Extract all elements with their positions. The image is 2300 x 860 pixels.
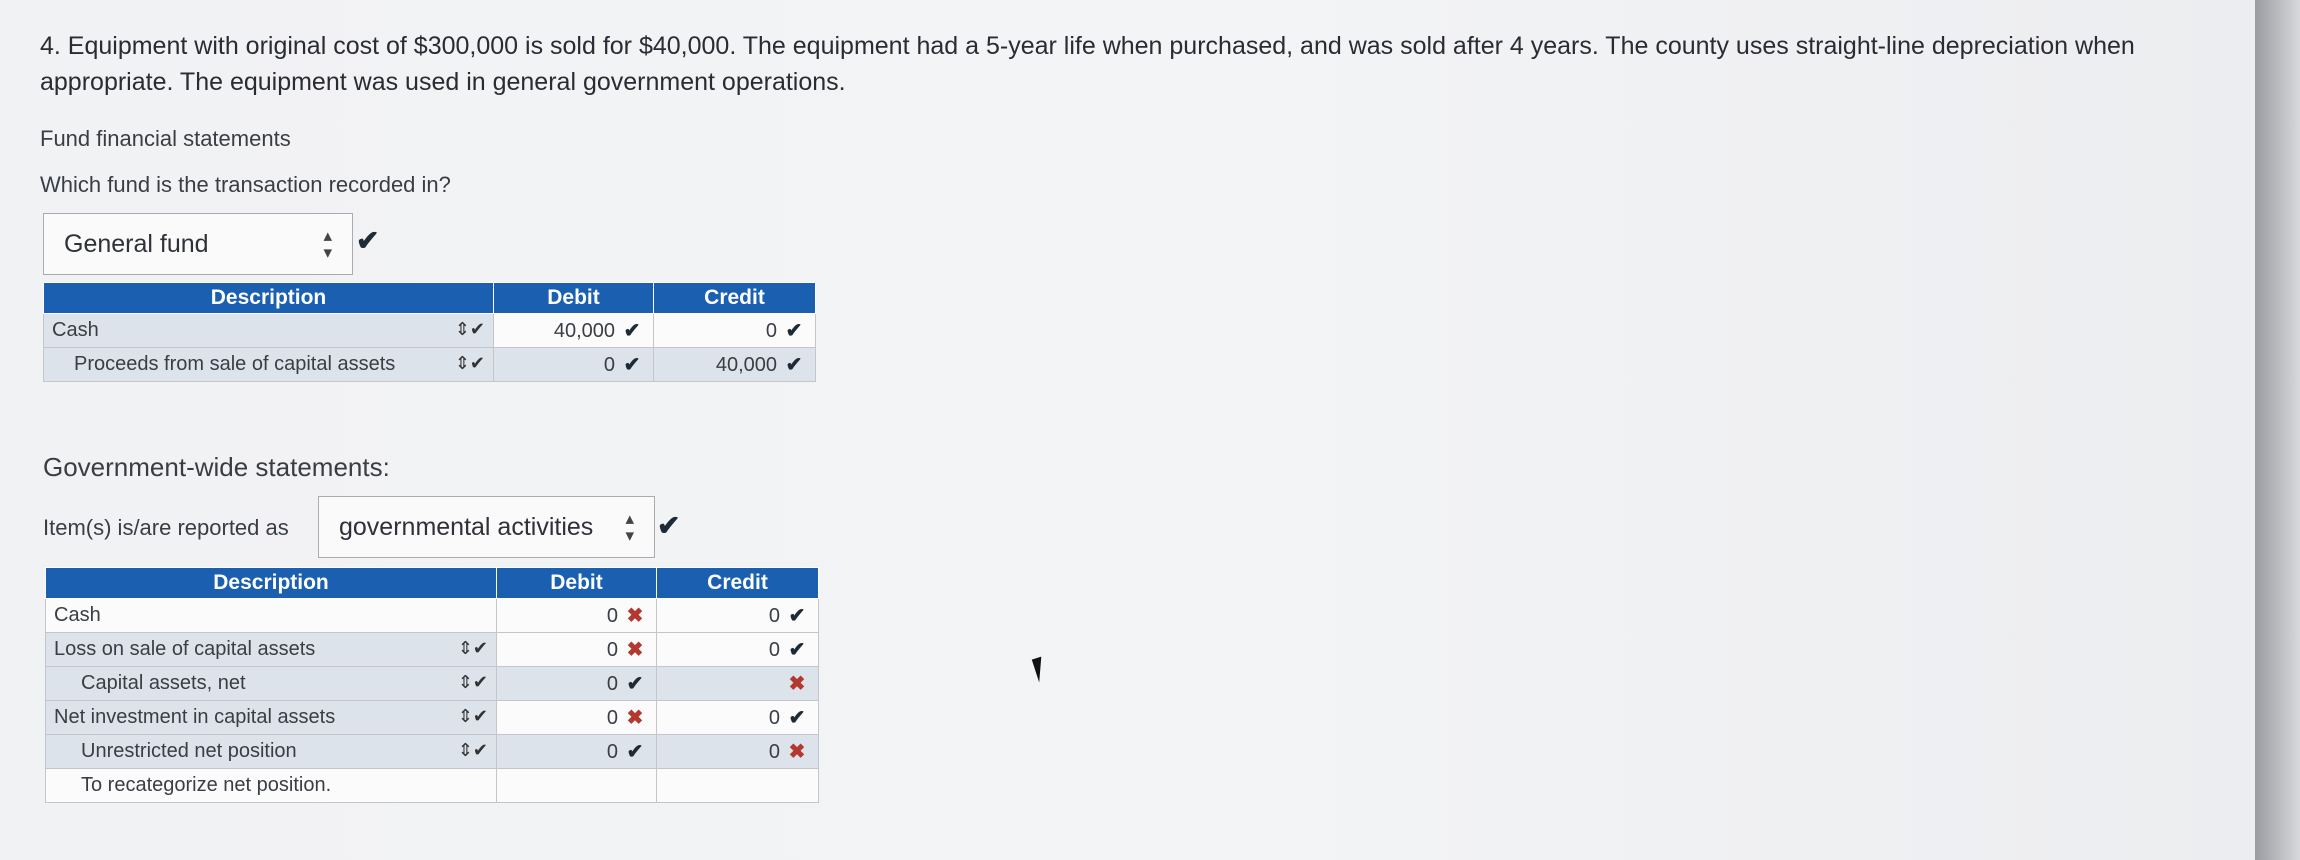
- debit-cell[interactable]: 40,000 ✔: [493, 313, 654, 348]
- description-cell[interactable]: Unrestricted net position ⇕✔: [45, 734, 497, 769]
- debit-cell[interactable]: 0 ✖: [496, 700, 657, 735]
- x-icon: ✖: [788, 741, 806, 763]
- x-icon: ✖: [626, 605, 644, 627]
- gov-journal-table: Description Debit Credit Cash 0 ✖ 0 ✔ Loss…: [45, 567, 819, 803]
- credit-cell[interactable]: 0 ✔: [656, 700, 819, 735]
- col-header-credit: Credit: [653, 282, 816, 314]
- fund-journal-table: Description Debit Credit Cash ⇕✔ 40,000 ✔ …: [43, 282, 816, 382]
- description-cell[interactable]: Proceeds from sale of capital assets ⇕✔: [43, 347, 494, 382]
- x-icon: ✖: [626, 707, 644, 729]
- updown-arrows-icon: ⇕✔: [454, 319, 485, 339]
- check-icon: ✔: [785, 354, 803, 376]
- x-icon: ✖: [626, 639, 644, 661]
- check-icon: ✔: [788, 605, 806, 627]
- col-header-description: Description: [45, 567, 497, 599]
- check-icon: ✔: [788, 639, 806, 661]
- table-row: Cash ⇕✔ 40,000 ✔ 0 ✔: [43, 313, 816, 348]
- activity-select-value: governmental activities: [339, 512, 594, 541]
- check-icon: ✔: [788, 707, 806, 729]
- screen: 4. Equipment with original cost of $300,…: [0, 0, 2255, 860]
- credit-cell[interactable]: 0 ✔: [656, 598, 819, 633]
- table-row: Proceeds from sale of capital assets ⇕✔ 0…: [43, 347, 816, 382]
- updown-arrows-icon: ⇕✔: [454, 353, 485, 373]
- fund-select[interactable]: General fund ▴ ▾: [43, 213, 353, 275]
- debit-cell[interactable]: 0 ✔: [496, 666, 657, 701]
- screen-bezel: [2255, 0, 2300, 860]
- check-icon: ✔: [657, 510, 681, 541]
- credit-cell[interactable]: ✖: [656, 666, 819, 701]
- credit-cell[interactable]: 0 ✖: [656, 734, 819, 769]
- table-row: Loss on sale of capital assets ⇕✔ 0 ✖ 0 ✔: [45, 632, 819, 667]
- debit-cell[interactable]: 0 ✔: [496, 734, 657, 769]
- updown-arrows-icon: ⇕✔: [457, 638, 488, 658]
- debit-cell[interactable]: 0 ✖: [496, 632, 657, 667]
- description-cell[interactable]: Cash: [45, 598, 497, 633]
- debit-cell[interactable]: [496, 768, 657, 803]
- credit-cell[interactable]: 0 ✔: [653, 313, 816, 348]
- check-icon: ✔: [785, 320, 803, 342]
- mouse-cursor-icon: [1031, 653, 1059, 683]
- table-row: Capital assets, net ⇕✔ 0 ✔ ✖: [45, 666, 819, 701]
- description-cell[interactable]: Cash ⇕✔: [43, 313, 494, 348]
- debit-cell[interactable]: 0 ✔: [493, 347, 654, 382]
- check-icon: ✔: [356, 225, 380, 256]
- check-icon: ✔: [623, 354, 641, 376]
- col-header-credit: Credit: [656, 567, 819, 599]
- fund-heading: Fund financial statements: [40, 126, 291, 151]
- description-cell: To recategorize net position.: [45, 768, 497, 803]
- fund-select-value: General fund: [64, 229, 209, 258]
- table-row: Unrestricted net position ⇕✔ 0 ✔ 0 ✖: [45, 734, 819, 769]
- col-header-description: Description: [43, 282, 494, 314]
- updown-arrows-icon: ⇕✔: [457, 740, 488, 760]
- check-icon: ✔: [626, 741, 644, 763]
- x-icon: ✖: [788, 673, 806, 695]
- table-row: Net investment in capital assets ⇕✔ 0 ✖ 0 ✔: [45, 700, 819, 735]
- updown-arrows-icon: ▴ ▾: [323, 226, 332, 262]
- table-row: To recategorize net position.: [45, 768, 819, 803]
- table-row: Cash 0 ✖ 0 ✔: [45, 598, 819, 633]
- credit-cell[interactable]: [656, 768, 819, 803]
- updown-arrows-icon: ⇕✔: [457, 672, 488, 692]
- col-header-debit: Debit: [493, 282, 654, 314]
- col-header-debit: Debit: [496, 567, 657, 599]
- updown-arrows-icon: ⇕✔: [457, 706, 488, 726]
- description-cell[interactable]: Net investment in capital assets ⇕✔: [45, 700, 497, 735]
- description-cell[interactable]: Loss on sale of capital assets ⇕✔: [45, 632, 497, 667]
- gov-prompt: Item(s) is/are reported as: [43, 515, 289, 540]
- credit-cell[interactable]: 40,000 ✔: [653, 347, 816, 382]
- fund-prompt: Which fund is the transaction recorded i…: [40, 172, 451, 197]
- check-icon: ✔: [626, 673, 644, 695]
- gov-heading: Government-wide statements:: [43, 452, 390, 482]
- description-cell[interactable]: Capital assets, net ⇕✔: [45, 666, 497, 701]
- credit-cell[interactable]: 0 ✔: [656, 632, 819, 667]
- debit-cell[interactable]: 0 ✖: [496, 598, 657, 633]
- activity-select[interactable]: governmental activities ▴ ▾: [318, 496, 655, 558]
- question-text: 4. Equipment with original cost of $300,…: [40, 32, 2135, 96]
- check-icon: ✔: [623, 320, 641, 342]
- updown-arrows-icon: ▴ ▾: [625, 509, 634, 545]
